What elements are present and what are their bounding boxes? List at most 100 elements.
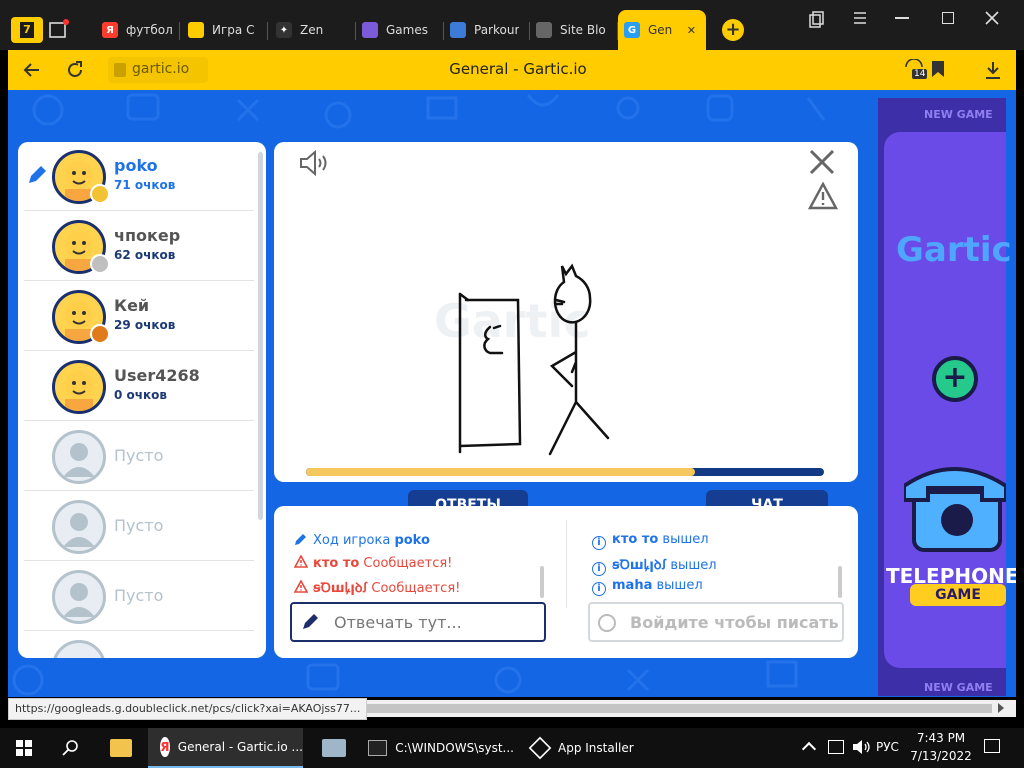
tab-separator: [267, 22, 268, 40]
chat-text: вышел: [656, 578, 703, 593]
chat-text: вышел: [662, 532, 709, 547]
chat-placeholder: Войдите чтобы писать в ч: [630, 613, 842, 632]
url-field[interactable]: gartic.io: [108, 57, 208, 83]
chat-message: i maha вышел: [592, 578, 703, 596]
taskbar-item-installer[interactable]: App Installer: [526, 728, 636, 768]
answer-message: ꞩꝹꟺꝲꞁꝺꭍ Сообщается!: [293, 578, 460, 596]
info-icon: i: [592, 582, 606, 596]
players-panel: poko 71 очков чпокер 62 очков Кей 29 очков Use…: [18, 142, 266, 658]
ad-subtitle: GAME: [910, 584, 1006, 606]
answer-message: Ход игрока poko: [294, 532, 430, 548]
close-tab-icon[interactable]: ✕: [687, 24, 696, 37]
answers-chat-panel: Ход игрока poko кто то Сообщается! ꞩꝹꟺꝲꞁꝺꭍ…: [274, 506, 858, 658]
tab-counter[interactable]: 7: [11, 17, 43, 43]
tab-5[interactable]: Parkour: [444, 10, 530, 50]
search-icon[interactable]: [62, 739, 80, 757]
rank-badge: [90, 324, 110, 344]
player-name: User4268: [114, 366, 200, 385]
browser-tab-strip: 7 Яфутбол Игра C ✦ Zen Games Parkour Site Blo G…: [0, 0, 1024, 50]
tab-1[interactable]: Яфутбол: [96, 10, 180, 50]
pencil-icon: [294, 532, 308, 546]
network-icon[interactable]: [828, 740, 844, 754]
menu-icon[interactable]: [852, 10, 868, 26]
taskbar: Я General - Gartic.io ... C:\WINDOWS\sys…: [0, 728, 1024, 768]
sound-icon[interactable]: [298, 149, 330, 177]
taskbar-label: App Installer: [558, 741, 634, 755]
tab-label: Games: [386, 23, 428, 37]
tab-2[interactable]: Игра C: [182, 10, 268, 50]
tab-label: Site Blo: [560, 23, 606, 37]
close-icon[interactable]: [808, 148, 836, 176]
tab-3[interactable]: ✦ Zen: [270, 10, 356, 50]
drawing-canvas[interactable]: Gartic: [294, 182, 834, 472]
tab-counter-label: 7: [20, 22, 34, 38]
empty-slot: Пусто: [24, 562, 254, 631]
minimize-icon[interactable]: [895, 17, 909, 19]
empty-slot: Пусто: [24, 492, 254, 561]
message-name: ꞩꝹꟺꝲꞁꝺꭍ: [313, 581, 368, 596]
drawing-pencil-icon: [26, 164, 48, 186]
chat-scrollbar[interactable]: [838, 566, 842, 598]
player-name: Кей: [114, 296, 150, 315]
player-score: 71 очков: [114, 178, 176, 192]
bookmark-icon[interactable]: [932, 61, 944, 77]
tray-arrow-icon[interactable]: [801, 741, 817, 757]
player-row[interactable]: чпокер 62 очков: [24, 212, 254, 281]
drawing-panel: Gartic: [274, 142, 858, 482]
tab-7[interactable]: G Gen ✕: [618, 10, 706, 50]
ad-new-game-top: NEW GAME: [924, 108, 993, 121]
new-tab-button[interactable]: +: [722, 19, 744, 41]
maximize-icon[interactable]: [942, 12, 954, 24]
plus-icon[interactable]: +: [932, 356, 978, 402]
chat-message: i кто то вышел: [592, 532, 709, 550]
empty-slot: Пусто: [24, 422, 254, 491]
tab-6[interactable]: Site Blo: [530, 10, 618, 50]
download-icon[interactable]: [984, 60, 1002, 80]
bookmarks-icon[interactable]: [806, 10, 826, 30]
tab-favicon-icon: G: [624, 22, 640, 38]
protect-icon[interactable]: 14: [904, 58, 928, 79]
tab-favicon-icon: [536, 22, 552, 38]
language-indicator[interactable]: РУС: [876, 740, 899, 754]
taskbar-item-browser[interactable]: Я General - Gartic.io ...: [148, 728, 303, 768]
scroll-right-icon[interactable]: [998, 703, 1004, 713]
panel-divider: [566, 520, 567, 608]
page-title: General - Gartic.io: [449, 60, 587, 78]
tab-4[interactable]: Games: [356, 10, 444, 50]
player-row[interactable]: poko 71 очков: [24, 142, 254, 211]
tab-label: Gen: [648, 23, 673, 37]
answers-scrollbar[interactable]: [540, 566, 544, 598]
volume-icon[interactable]: [852, 739, 870, 755]
warning-icon: [293, 554, 309, 568]
clock-time[interactable]: 7:43 PM: [916, 731, 966, 745]
tab-separator: [179, 22, 180, 40]
back-icon[interactable]: [20, 58, 44, 82]
answer-message: кто то Сообщается!: [293, 554, 452, 571]
player-name: poko: [114, 156, 158, 175]
notifications-icon[interactable]: [984, 739, 1000, 753]
timer-bar: [306, 468, 824, 476]
tab-favicon-icon: Я: [102, 22, 118, 38]
chat-input[interactable]: Войдите чтобы писать в ч: [588, 602, 844, 642]
taskbar-item-cmd[interactable]: C:\WINDOWS\syst...: [364, 728, 514, 768]
tab-label: Zen: [300, 23, 324, 37]
ad-banner[interactable]: NEW GAME Gartic + TELEPHONE GAME NEW GAM…: [878, 98, 1016, 696]
player-row[interactable]: Кей 29 очков: [24, 282, 254, 351]
players-scrollbar[interactable]: [258, 152, 263, 520]
windows-start-icon[interactable]: [16, 740, 32, 756]
status-url: https://googleads.g.doubleclick.net/pcs/…: [8, 698, 368, 720]
tab-label: Parkour: [474, 23, 520, 37]
installer-icon: [528, 736, 552, 760]
explorer-icon[interactable]: [110, 739, 132, 757]
message-text: Ход игрока: [313, 533, 391, 548]
chat-bubble-icon: [598, 614, 616, 632]
player-row[interactable]: User4268 0 очков: [24, 352, 254, 421]
app-icon[interactable]: [322, 739, 346, 757]
taskbar-label: General - Gartic.io ...: [177, 740, 303, 754]
reload-icon[interactable]: [63, 58, 87, 82]
clock-date[interactable]: 7/13/2022: [910, 749, 972, 763]
answer-input[interactable]: Отвечать тут...: [290, 602, 546, 642]
close-window-icon[interactable]: [984, 10, 1000, 26]
chat-user: кто то: [612, 532, 659, 547]
new-tab-icon[interactable]: [48, 18, 70, 40]
